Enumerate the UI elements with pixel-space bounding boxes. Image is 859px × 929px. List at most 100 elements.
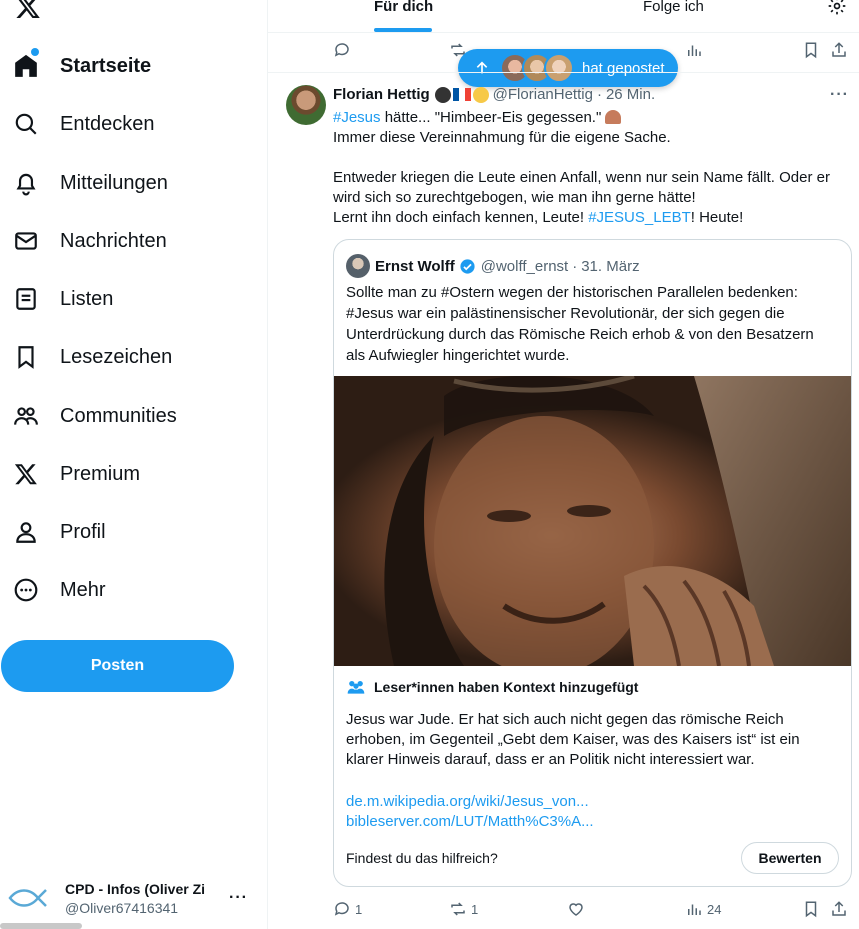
text: Unterdrückung durch das Römische Reich e… [346,326,814,343]
nav-home[interactable]: Startseite [12,46,151,86]
x-logo-icon [12,460,40,488]
author-name[interactable]: Florian Hettig [333,86,430,103]
repost-icon [451,902,465,916]
tab-for-you[interactable]: Für dich [374,0,433,15]
text: als Aufwiegler hingerichtet wurde. [346,347,570,364]
nav-premium[interactable]: Premium [12,454,140,494]
text: Lernt ihn doch einfach kennen, Leute! [333,209,589,226]
tab-following[interactable]: Folge ich [643,0,704,15]
more-icon[interactable]: ··· [830,86,849,104]
quote-header: Ernst Wolff @wolff_ernst · 31. März [346,254,640,278]
list-icon [12,285,40,313]
account-switcher[interactable]: CPD - Infos (Oliver Zi @Oliver67416341 ·… [8,872,260,924]
quote-text: Sollte man zu #Ostern wegen der historis… [346,282,841,366]
like-button[interactable] [567,900,585,918]
tweet-text: #Jesus hätte... "Himbeer-Eis gegessen." … [333,108,853,228]
x-logo-icon[interactable] [14,0,42,20]
text: Entweder kriegen die Leute einen Anfall,… [333,169,830,186]
community-note-title: Leser*innen haben Kontext hinzugefügt [346,679,638,695]
bookmark-icon [805,901,817,918]
separator: · [572,257,578,275]
nav-label: Lesezeichen [60,345,173,368]
reply-icon[interactable] [333,41,351,59]
horizontal-scrollbar[interactable] [0,923,82,929]
nav-label: Nachrichten [60,229,167,252]
nav-more[interactable]: Mehr [12,570,106,610]
nav-label: Communities [60,404,177,427]
nav-label: Entdecken [60,112,155,135]
share-icon [832,901,846,916]
timeline-tabs: Für dich Folge ich [268,0,859,33]
bookmark-button[interactable] [802,900,820,918]
community-note-text: Jesus war Jude. Er hat sich auch nicht g… [346,710,816,770]
active-tab-indicator [374,28,432,32]
person-icon [12,518,40,546]
views-button[interactable]: 24 [685,900,721,918]
main-timeline: Für dich Folge ich hat gepostet Florian … [268,0,859,929]
post-button[interactable]: Posten [1,640,234,692]
nav-messages[interactable]: Nachrichten [12,221,167,261]
heart-icon [569,903,583,916]
notification-dot [31,48,39,56]
name-emojis [434,86,489,103]
reply-button[interactable]: 1 [333,900,362,918]
hashtag-link[interactable]: #Jesus [333,109,381,126]
quote-image[interactable] [334,376,851,666]
poop-emoji-icon [605,110,622,124]
share-icon[interactable] [830,41,848,59]
new-posts-label: hat gepostet [582,59,665,77]
repost-count: 1 [471,901,479,917]
text: erhoben, im Gegenteil „Gebt dem Kaiser, … [346,731,800,748]
views-icon[interactable] [685,41,703,59]
france-flag-icon [452,88,471,101]
avatar [8,878,48,918]
text: Sollte man zu #Ostern wegen der historis… [346,284,798,301]
quote-author-handle[interactable]: @wolff_ernst [481,258,569,275]
quote-author-name[interactable]: Ernst Wolff [375,258,455,275]
author-handle[interactable]: @FlorianHettig [493,86,593,103]
nav-explore[interactable]: Entdecken [12,104,155,144]
sidebar: Startseite Entdecken Mitteilungen Nachri… [0,0,268,929]
nav-communities[interactable]: Communities [12,396,177,436]
source-link[interactable]: de.m.wikipedia.org/wiki/Jesus_von... [346,792,594,812]
bookmark-icon [12,343,40,371]
source-link[interactable]: bibleserver.com/LUT/Matth%C3%A... [346,812,594,832]
nav-bookmarks[interactable]: Lesezeichen [12,337,172,377]
more-icon[interactable]: ··· [229,889,248,907]
arrow-up-icon [474,60,490,76]
nav-label: Startseite [60,54,152,77]
tweet-header: Florian Hettig @FlorianHettig · 26 Min. [333,86,655,103]
divider [268,72,859,73]
new-posts-pill[interactable]: hat gepostet [458,49,678,87]
account-name: CPD - Infos (Oliver Zi [65,880,206,897]
quote-date[interactable]: 31. März [581,258,639,275]
gear-icon[interactable] [827,0,849,18]
community-note-links: de.m.wikipedia.org/wiki/Jesus_von... bib… [346,792,594,832]
rate-button[interactable]: Bewerten [741,842,839,874]
nav-label: Premium [60,462,141,485]
emoji-face-icon [472,86,489,103]
avatar [544,53,574,83]
avatar[interactable] [346,254,370,278]
quoted-tweet[interactable]: Ernst Wolff @wolff_ernst · 31. März Soll… [333,239,852,887]
helpful-question: Findest du das hilfreich? [346,850,498,866]
bookmark-icon[interactable] [802,41,820,59]
share-button[interactable] [830,900,848,918]
reply-count: 1 [355,901,363,917]
mail-icon [12,227,40,255]
repost-button[interactable]: 1 [449,900,478,918]
nav-label: Mitteilungen [60,171,168,194]
avatar[interactable] [286,85,326,125]
hashtag-link[interactable]: #JESUS_LEBT [588,209,691,226]
views-count: 24 [707,901,722,917]
text: wird sich so zurechtgebogen, wie man ihn… [333,189,696,206]
nav-label: Listen [60,287,114,310]
nav-label: Mehr [60,578,106,601]
account-handle: @Oliver67416341 [65,899,179,916]
timestamp[interactable]: 26 Min. [606,86,655,103]
nav-lists[interactable]: Listen [12,279,113,319]
text: ! Heute! [690,209,744,226]
nav-notifications[interactable]: Mitteilungen [12,163,168,203]
nav-profile[interactable]: Profil [12,512,106,552]
people-icon [347,681,365,694]
